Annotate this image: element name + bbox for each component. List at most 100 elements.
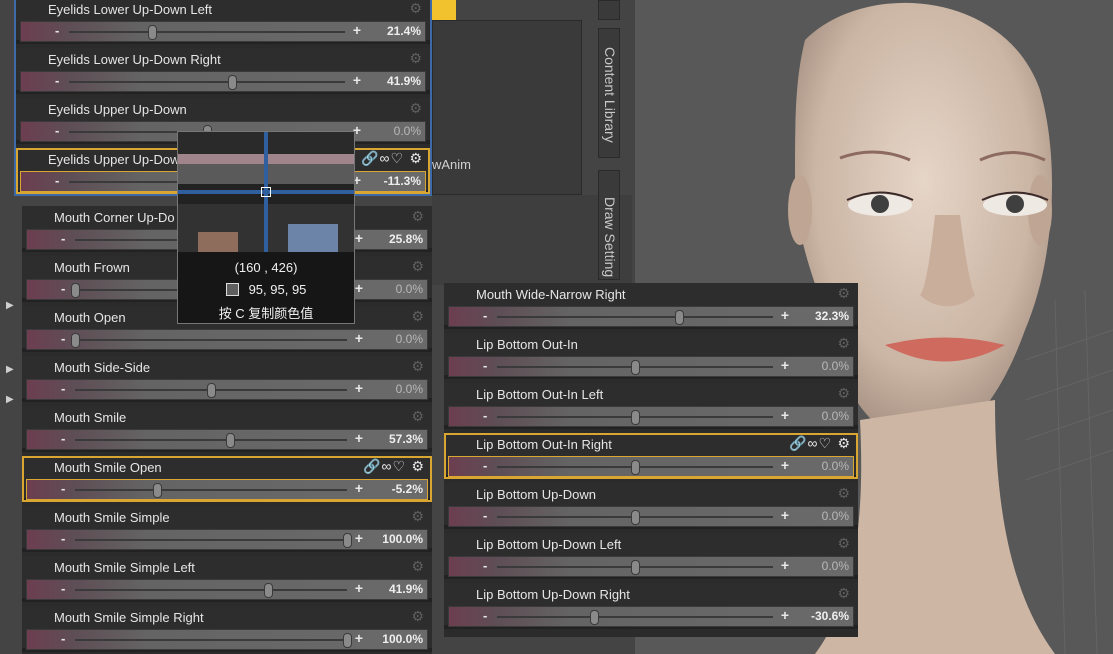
gear-icon[interactable]: ⚙ [837,585,850,602]
minus-icon[interactable]: - [61,631,65,646]
parameter-value[interactable]: 0.0% [822,559,849,573]
parameter-slider[interactable]: - +0.0% [448,356,854,377]
parameter-value[interactable]: 41.9% [387,74,421,88]
slider-knob[interactable] [631,460,640,475]
minus-icon[interactable]: - [483,308,487,323]
minus-icon[interactable]: - [61,331,65,346]
minus-icon[interactable]: - [483,358,487,373]
parameter-slider[interactable]: - +0.0% [26,329,428,350]
plus-icon[interactable]: + [355,580,363,596]
gear-icon[interactable]: ⚙ [411,558,424,575]
parameter-row[interactable]: Lip Bottom Up-Down Left ⚙ - +0.0% [444,533,858,579]
parameter-row[interactable]: Mouth Smile Simple ⚙ - +100.0% [22,506,432,552]
parameter-slider[interactable]: - +100.0% [26,629,428,650]
parameter-actions[interactable]: 🔗∞♡ [361,150,404,167]
plus-icon[interactable]: + [355,230,363,246]
gear-icon[interactable]: ⚙ [837,385,850,402]
plus-icon[interactable]: + [781,507,789,523]
parameter-row[interactable]: Lip Bottom Out-In Left ⚙ - +0.0% [444,383,858,429]
tab-top-partial[interactable] [598,0,620,20]
parameter-row[interactable]: Lip Bottom Up-Down ⚙ - +0.0% [444,483,858,529]
parameter-value[interactable]: 0.0% [396,282,423,296]
parameter-slider[interactable]: - +41.9% [20,71,426,92]
parameter-value[interactable]: -30.6% [811,609,849,623]
plus-icon[interactable]: + [781,457,789,473]
slider-track[interactable] [71,333,347,348]
gear-icon[interactable]: ⚙ [837,335,850,352]
gear-icon[interactable]: ⚙ [409,0,422,17]
slider-knob[interactable] [226,433,236,448]
gear-icon[interactable]: ⚙ [409,100,422,117]
slider-knob[interactable] [147,25,157,40]
parameter-value[interactable]: 0.0% [396,332,423,346]
gear-icon[interactable]: ⚙ [837,285,850,302]
plus-icon[interactable]: + [355,380,363,396]
minus-icon[interactable]: - [61,531,65,546]
tab-content-library[interactable]: Content Library [598,28,620,158]
parameter-actions[interactable]: 🔗∞♡ [789,435,832,452]
plus-icon[interactable]: + [781,307,789,323]
plus-icon[interactable]: + [355,330,363,346]
parameter-value[interactable]: 21.4% [387,24,421,38]
gear-icon[interactable]: ⚙ [837,435,850,452]
expand-arrow-icon[interactable]: ▶ [6,394,14,405]
anim-tab-label[interactable]: wAnim [432,157,471,172]
minus-icon[interactable]: - [61,231,65,246]
slider-knob[interactable] [71,283,80,298]
parameter-value[interactable]: 100.0% [382,532,423,546]
minus-icon[interactable]: - [483,608,487,623]
parameter-value[interactable]: 100.0% [382,632,423,646]
parameter-slider[interactable]: - +57.3% [26,429,428,450]
parameter-actions[interactable]: 🔗∞♡ [363,458,406,475]
slider-track[interactable] [75,633,352,648]
gear-icon[interactable]: ⚙ [411,508,424,525]
parameter-value[interactable]: 25.8% [389,232,423,246]
gear-icon[interactable]: ⚙ [411,208,424,225]
parameter-slider[interactable]: - +0.0% [448,456,854,477]
expand-arrow-icon[interactable]: ▶ [6,364,14,375]
slider-knob[interactable] [152,483,162,498]
slider-knob[interactable] [631,510,640,525]
parameter-slider[interactable]: - + -30.6% [448,606,854,627]
gear-icon[interactable]: ⚙ [411,358,424,375]
slider-track[interactable] [497,510,773,525]
slider-track[interactable] [75,583,347,598]
slider-knob[interactable] [589,610,599,625]
gear-icon[interactable]: ⚙ [411,258,424,275]
plus-icon[interactable]: + [353,72,361,88]
parameter-row[interactable]: Mouth Smile Open 🔗∞♡ ⚙ - + -5.2% [22,456,432,502]
plus-icon[interactable]: + [355,280,363,296]
parameter-value[interactable]: 0.0% [822,509,849,523]
gear-icon[interactable]: ⚙ [411,408,424,425]
parameter-row[interactable]: Mouth Smile Simple Left ⚙ - +41.9% [22,556,432,602]
minus-icon[interactable]: - [61,281,65,296]
tab-draw-settings[interactable]: Draw Setting [598,170,620,280]
slider-track[interactable] [75,433,347,448]
slider-track[interactable] [497,360,773,375]
parameter-row[interactable]: Lip Bottom Out-In ⚙ - +0.0% [444,333,858,379]
parameter-value[interactable]: 0.0% [822,359,849,373]
parameter-value[interactable]: -5.2% [392,482,423,496]
minus-icon[interactable]: - [55,173,59,188]
plus-icon[interactable]: + [355,530,363,546]
slider-track[interactable] [69,25,345,40]
slider-track[interactable] [497,410,773,425]
parameter-row[interactable]: Mouth Wide-Narrow Right ⚙ - +32.3% [444,283,858,329]
minus-icon[interactable]: - [61,581,65,596]
parameter-slider[interactable]: - +0.0% [448,506,854,527]
parameter-value[interactable]: -11.3% [384,174,421,188]
plus-icon[interactable]: + [355,430,363,446]
parameter-slider[interactable]: - +0.0% [448,556,854,577]
minus-icon[interactable]: - [61,381,65,396]
slider-knob[interactable] [71,333,80,348]
slider-knob[interactable] [227,75,237,90]
minus-icon[interactable]: - [61,431,65,446]
gear-icon[interactable]: ⚙ [409,150,422,167]
gear-icon[interactable]: ⚙ [411,458,424,475]
gear-icon[interactable]: ⚙ [409,50,422,67]
parameter-slider[interactable]: - +32.3% [448,306,854,327]
plus-icon[interactable]: + [355,480,363,496]
minus-icon[interactable]: - [55,23,59,38]
minus-icon[interactable]: - [483,508,487,523]
parameter-row[interactable]: Eyelids Lower Up-Down Left ⚙ - +21.4% [16,0,430,44]
